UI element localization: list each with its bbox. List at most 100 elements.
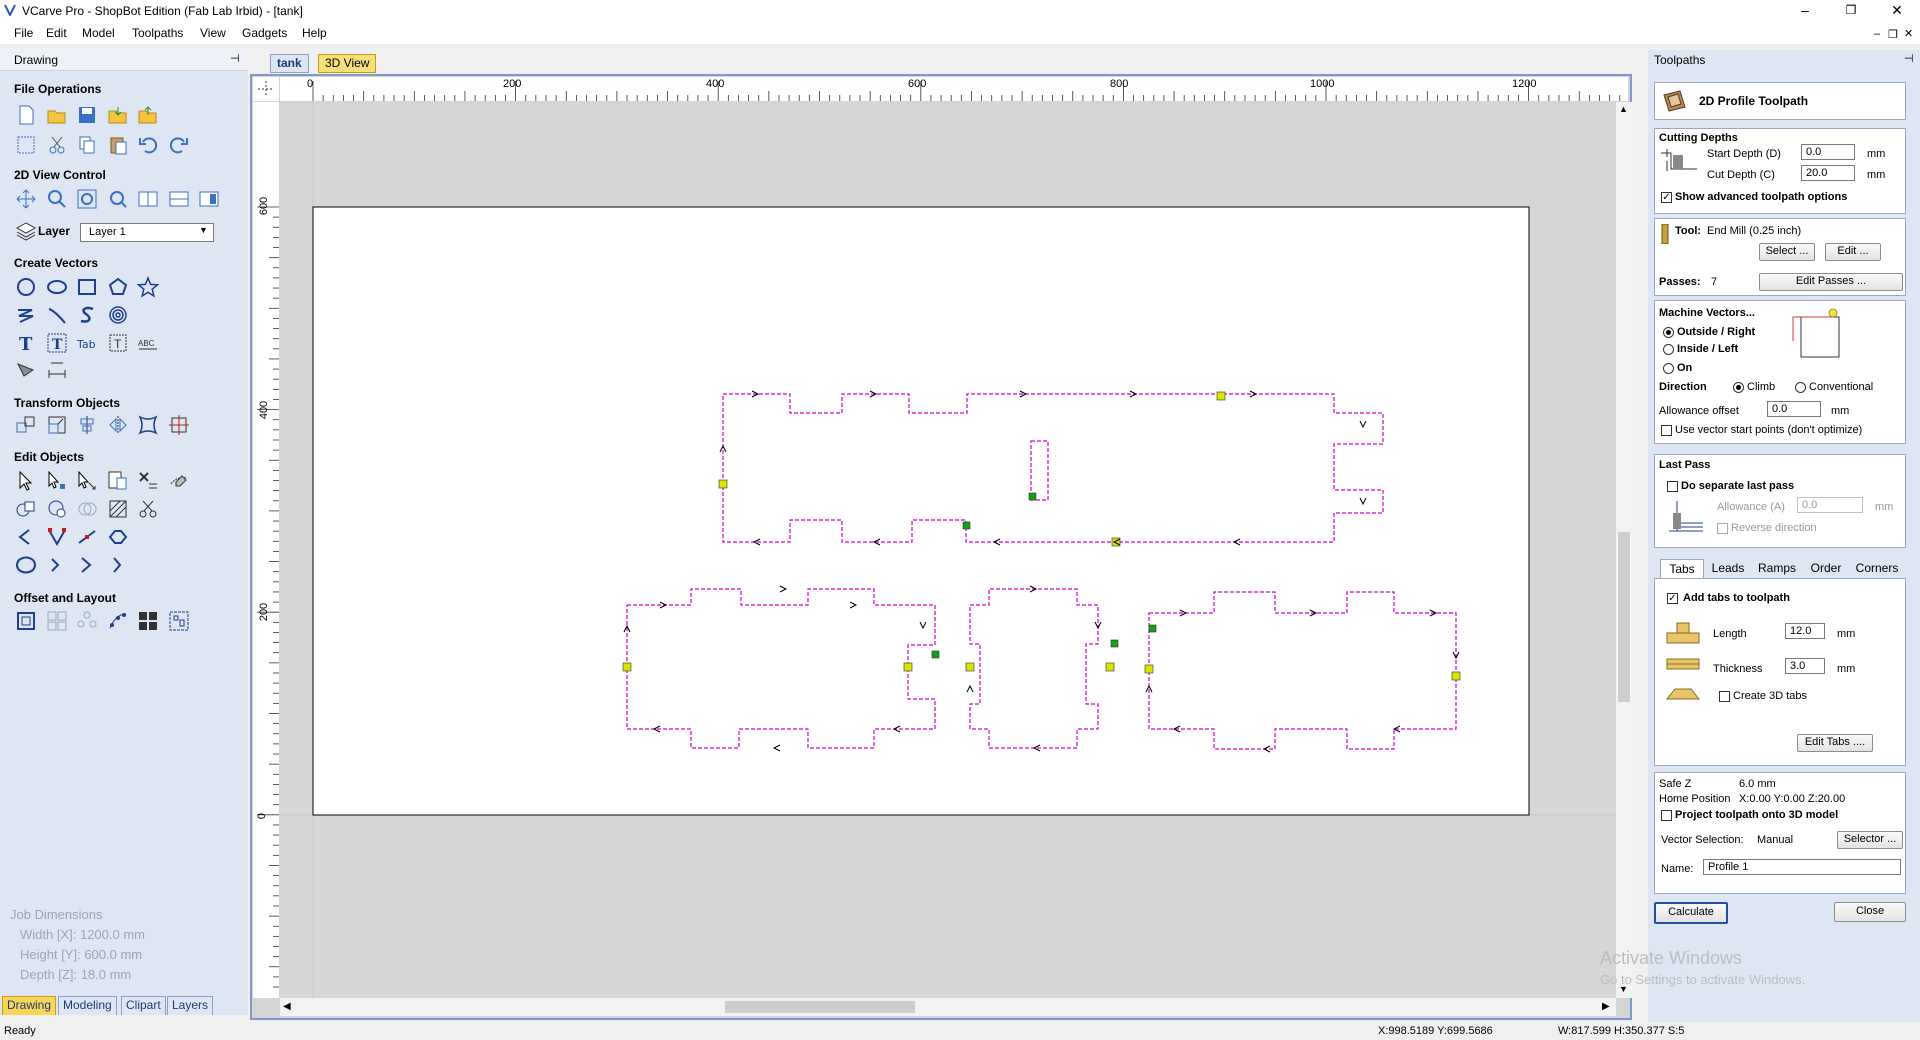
tab-thickness-input[interactable]: 3.0 xyxy=(1785,658,1825,674)
show-advanced-checkbox[interactable]: ✓ xyxy=(1661,192,1672,203)
tab-order[interactable]: Order xyxy=(1804,559,1848,577)
redo-icon[interactable] xyxy=(168,134,190,156)
join-vectors-icon[interactable] xyxy=(46,526,68,548)
draw-polyline-icon[interactable] xyxy=(15,304,37,326)
menu-view[interactable]: View xyxy=(200,26,226,40)
use-vector-start-checkbox[interactable] xyxy=(1661,425,1672,436)
draw-text-icon[interactable]: T xyxy=(15,332,37,355)
tab-leads[interactable]: Leads xyxy=(1706,559,1750,577)
doc-tab-3d-view[interactable]: 3D View xyxy=(318,54,377,73)
mdi-minimize-button[interactable]: – xyxy=(1874,28,1880,40)
tab-length-input[interactable]: 12.0 xyxy=(1785,623,1825,639)
start-depth-input[interactable]: 0.0 xyxy=(1801,144,1855,160)
horizontal-scroll-thumb[interactable] xyxy=(725,1001,915,1013)
calculate-button[interactable]: Calculate xyxy=(1654,902,1728,924)
mdi-restore-button[interactable]: ❐ xyxy=(1888,28,1898,41)
draw-curve-icon[interactable] xyxy=(76,304,98,326)
vertical-scrollbar[interactable]: ▲ ▼ xyxy=(1616,102,1632,998)
auto-layout-text-icon[interactable]: Tab xyxy=(76,332,98,354)
draw-line-icon[interactable] xyxy=(46,304,68,326)
menu-file[interactable]: File xyxy=(14,26,33,40)
edit-tabs-button[interactable]: Edit Tabs .... xyxy=(1797,734,1873,752)
align-icon[interactable] xyxy=(76,414,98,436)
climb-radio[interactable] xyxy=(1733,382,1744,393)
tab-layers[interactable]: Layers xyxy=(167,996,214,1015)
horizontal-scrollbar[interactable]: ◀ ▶ xyxy=(280,998,1616,1016)
ruler-corner[interactable] xyxy=(253,77,279,101)
draw-polygon-icon[interactable] xyxy=(107,276,129,298)
join-open-icon[interactable] xyxy=(15,526,37,548)
curve-fit-icon[interactable] xyxy=(76,526,98,548)
zoom-extents-icon[interactable] xyxy=(76,188,98,210)
select-arrow-icon[interactable] xyxy=(15,470,37,492)
create-3d-tabs-checkbox[interactable] xyxy=(1719,691,1730,702)
import-icon[interactable] xyxy=(107,104,129,126)
close-button[interactable]: Close xyxy=(1834,902,1906,922)
trim-icon[interactable] xyxy=(137,498,159,520)
view-split-icon[interactable] xyxy=(137,188,159,210)
weld-icon[interactable] xyxy=(15,498,37,520)
tab-modeling[interactable]: Modeling xyxy=(58,996,117,1015)
reverse-direction-checkbox[interactable] xyxy=(1717,523,1728,534)
job-setup-icon[interactable] xyxy=(15,134,37,156)
pan-icon[interactable] xyxy=(15,188,37,210)
tab-clipart[interactable]: Clipart xyxy=(121,996,166,1015)
tab-tabs[interactable]: Tabs xyxy=(1660,559,1704,578)
new-file-icon[interactable] xyxy=(15,104,37,126)
selector-button[interactable]: Selector ... xyxy=(1837,831,1903,849)
offset-icon[interactable] xyxy=(15,610,37,632)
menu-gadgets[interactable]: Gadgets xyxy=(242,26,287,40)
text-block-icon[interactable]: T xyxy=(107,332,129,354)
doc-tab-tank[interactable]: tank xyxy=(270,54,309,73)
allowance-offset-input[interactable]: 0.0 xyxy=(1767,401,1821,417)
project-toolpath-checkbox[interactable] xyxy=(1661,810,1672,821)
conventional-radio[interactable] xyxy=(1795,382,1806,393)
outside-right-radio[interactable] xyxy=(1663,327,1674,338)
menu-toolpaths[interactable]: Toolpaths xyxy=(132,26,183,40)
draw-ellipse-icon[interactable] xyxy=(46,276,68,298)
smart-smooth-icon[interactable] xyxy=(15,554,37,576)
restore-button[interactable]: ❐ xyxy=(1828,0,1874,22)
intersect-icon[interactable] xyxy=(76,498,98,520)
subtract-icon[interactable] xyxy=(46,498,68,520)
menu-help[interactable]: Help xyxy=(302,26,327,40)
open-file-icon[interactable] xyxy=(46,104,68,126)
move-icon[interactable] xyxy=(15,414,37,436)
array-copy-icon[interactable] xyxy=(137,610,159,632)
split-vector-icon[interactable] xyxy=(107,554,129,576)
tab-corners[interactable]: Corners xyxy=(1850,559,1904,577)
draw-rectangle-icon[interactable] xyxy=(76,276,98,298)
draw-circle-icon[interactable] xyxy=(15,276,37,298)
on-radio[interactable] xyxy=(1663,363,1674,374)
edit-pen-icon[interactable] xyxy=(168,470,190,492)
nest-parts-icon[interactable] xyxy=(168,610,190,632)
scroll-up-icon[interactable]: ▲ xyxy=(1619,104,1628,114)
pin-icon[interactable]: ⊣ xyxy=(1904,52,1914,65)
allowance-a-input[interactable]: 0.0 xyxy=(1797,497,1863,513)
vertical-scroll-thumb[interactable] xyxy=(1618,532,1630,702)
close-window-button[interactable]: ✕ xyxy=(1874,0,1920,22)
zoom-box-icon[interactable] xyxy=(107,188,129,210)
minimize-button[interactable]: – xyxy=(1782,0,1828,22)
view-3d-icon[interactable] xyxy=(198,188,220,210)
set-position-icon[interactable] xyxy=(168,414,190,436)
inside-left-radio[interactable] xyxy=(1663,344,1674,355)
extend-vector-icon[interactable] xyxy=(46,554,68,576)
save-icon[interactable] xyxy=(76,104,98,126)
select-all-icon[interactable] xyxy=(107,470,129,492)
tab-drawing[interactable]: Drawing xyxy=(2,996,57,1015)
layer-dropdown[interactable]: Layer 1 ▼ xyxy=(80,223,214,242)
toolpath-name-input[interactable]: Profile 1 xyxy=(1703,859,1901,875)
edit-tool-button[interactable]: Edit ... xyxy=(1825,243,1881,261)
trim-vector-icon[interactable] xyxy=(76,554,98,576)
export-icon[interactable] xyxy=(137,104,159,126)
menu-edit[interactable]: Edit xyxy=(46,26,67,40)
measure-icon[interactable] xyxy=(46,358,68,380)
fillet-icon[interactable] xyxy=(107,498,129,520)
mirror-icon[interactable] xyxy=(107,414,129,436)
scale-icon[interactable] xyxy=(46,414,68,436)
draw-spiral-icon[interactable] xyxy=(107,304,129,326)
text-on-curve-icon[interactable]: T xyxy=(46,332,68,354)
text-arc-icon[interactable]: ABC xyxy=(137,332,159,354)
dimension-icon[interactable] xyxy=(15,358,37,380)
